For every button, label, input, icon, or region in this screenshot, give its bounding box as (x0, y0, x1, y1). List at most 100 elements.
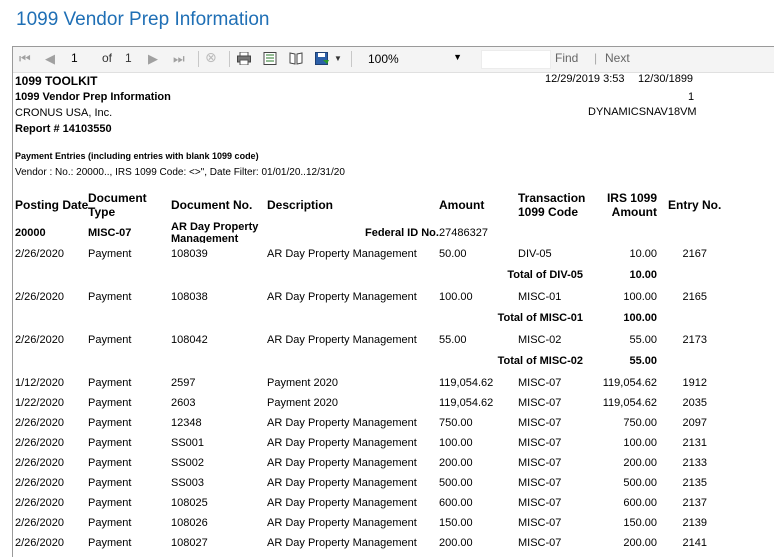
cell-entry: 2137 (682, 497, 707, 509)
cell-amount: 100.00 (439, 437, 473, 449)
cell-type: Payment (88, 377, 132, 389)
find-input[interactable] (481, 50, 551, 69)
col-document-no: Document No. (171, 198, 253, 212)
cell-doc: SS002 (171, 457, 205, 469)
group-total-value: 10.00 (629, 269, 657, 281)
first-page-icon[interactable]: ⏮ (19, 51, 31, 67)
group-total-value: 55.00 (629, 355, 657, 367)
filter-text: Vendor : No.: 20000.., IRS 1099 Code: <>… (15, 167, 345, 178)
cell-doc: 2597 (171, 377, 196, 389)
previous-page-icon[interactable]: ◀ (45, 51, 55, 67)
section-title: Payment Entries (including entries with … (15, 151, 259, 161)
find-next-button[interactable]: Next (605, 51, 630, 65)
cell-date: 2/26/2020 (15, 334, 64, 346)
col-posting-date: Posting Date (15, 198, 89, 212)
cell-doc: 12348 (171, 417, 202, 429)
cell-entry: 1912 (682, 377, 707, 389)
cell-date: 2/26/2020 (15, 437, 64, 449)
cell-entry: 2173 (682, 334, 707, 346)
cell-type: Payment (88, 437, 132, 449)
cell-irs: 100.00 (623, 437, 657, 449)
cell-irs: 600.00 (623, 497, 657, 509)
cell-date: 1/12/2020 (15, 377, 64, 389)
cell-irs: 119,054.62 (602, 397, 657, 409)
cell-date: 2/26/2020 (15, 497, 64, 509)
chevron-down-icon: ▼ (453, 52, 462, 62)
stop-icon[interactable]: ⊗ (205, 49, 217, 66)
report-toolbar: ⏮ ◀ 1 of 1 ▶ ⏭ ⊗ ▼ 100% ▼ Find | Next (13, 47, 774, 73)
cell-desc: AR Day Property Management (267, 457, 417, 469)
find-button[interactable]: Find (555, 51, 578, 65)
report-body: 1099 TOOLKIT 12/29/2019 3:53 12/30/1899 … (13, 73, 774, 557)
last-page-icon[interactable]: ⏭ (173, 51, 185, 67)
col-amount: Amount (439, 198, 485, 212)
group-total-value: 100.00 (623, 312, 657, 324)
cell-code: DIV-05 (518, 248, 552, 260)
cell-amount: 200.00 (439, 457, 473, 469)
next-page-icon[interactable]: ▶ (148, 51, 158, 67)
cell-date: 2/26/2020 (15, 457, 64, 469)
report-company: CRONUS USA, Inc. (15, 107, 113, 119)
print-icon[interactable] (237, 52, 251, 65)
cell-doc: 108039 (171, 248, 208, 260)
col-entry-no: Entry No. (668, 198, 722, 212)
cell-desc: AR Day Property Management (267, 517, 417, 529)
cell-type: Payment (88, 248, 132, 260)
cell-code: MISC-07 (518, 537, 562, 549)
col-irs-amount: IRS 1099 Amount (606, 191, 657, 219)
cell-type: Payment (88, 497, 132, 509)
cell-date: 2/26/2020 (15, 517, 64, 529)
cell-amount: 200.00 (439, 537, 473, 549)
federal-id-label: Federal ID No. (365, 227, 439, 239)
group-total-label: Total of MISC-01 (497, 312, 583, 324)
cell-irs: 750.00 (623, 417, 657, 429)
cell-date: 2/26/2020 (15, 248, 64, 260)
cell-code: MISC-07 (518, 457, 562, 469)
vendor-no: 20000 (15, 227, 46, 239)
report-toolkit: 1099 TOOLKIT (15, 74, 98, 88)
cell-amount: 50.00 (439, 248, 467, 260)
group-total-label: Total of MISC-02 (497, 355, 583, 367)
toolbar-divider (198, 51, 199, 67)
col-document-type: Document Type (88, 191, 147, 219)
cell-desc: AR Day Property Management (267, 334, 417, 346)
cell-irs: 200.00 (623, 457, 657, 469)
export-dropdown-icon[interactable]: ▼ (334, 54, 342, 63)
cell-desc: AR Day Property Management (267, 477, 417, 489)
cell-date: 2/26/2020 (15, 417, 64, 429)
federal-id-value: 27486327 (439, 227, 488, 239)
page-setup-icon[interactable] (289, 52, 303, 65)
cell-entry: 2165 (682, 291, 707, 303)
cell-date: 2/26/2020 (15, 291, 64, 303)
cell-code: MISC-07 (518, 417, 562, 429)
col-transaction-code: Transaction 1099 Code (518, 191, 586, 219)
cell-doc: 2603 (171, 397, 196, 409)
cell-doc: SS003 (171, 477, 205, 489)
toolbar-divider (229, 51, 230, 67)
cell-type: Payment (88, 517, 132, 529)
current-page-input[interactable]: 1 (71, 51, 93, 66)
report-viewer: ⏮ ◀ 1 of 1 ▶ ⏭ ⊗ ▼ 100% ▼ Find | Next 10… (12, 46, 774, 557)
cell-irs: 100.00 (623, 291, 657, 303)
cell-irs: 200.00 (623, 537, 657, 549)
cell-doc: 108038 (171, 291, 208, 303)
cell-type: Payment (88, 397, 132, 409)
report-datetime: 12/29/2019 3:53 (545, 73, 625, 85)
export-icon[interactable] (315, 52, 329, 65)
cell-amount: 600.00 (439, 497, 473, 509)
zoom-select[interactable]: 100% ▼ (363, 50, 465, 69)
vendor-code: MISC-07 (88, 227, 132, 239)
total-pages: 1 (125, 51, 132, 65)
cell-code: MISC-07 (518, 377, 562, 389)
cell-entry: 2141 (682, 537, 707, 549)
cell-entry: 2035 (682, 397, 707, 409)
cell-code: MISC-01 (518, 291, 562, 303)
cell-doc: 108042 (171, 334, 208, 346)
cell-desc: AR Day Property Management (267, 497, 417, 509)
report-name: 1099 Vendor Prep Information (15, 91, 171, 103)
print-layout-icon[interactable] (263, 52, 277, 65)
cell-code: MISC-07 (518, 497, 562, 509)
cell-desc: Payment 2020 (267, 397, 338, 409)
report-workdate: 12/30/1899 (638, 73, 694, 85)
toolbar-divider (351, 51, 352, 67)
